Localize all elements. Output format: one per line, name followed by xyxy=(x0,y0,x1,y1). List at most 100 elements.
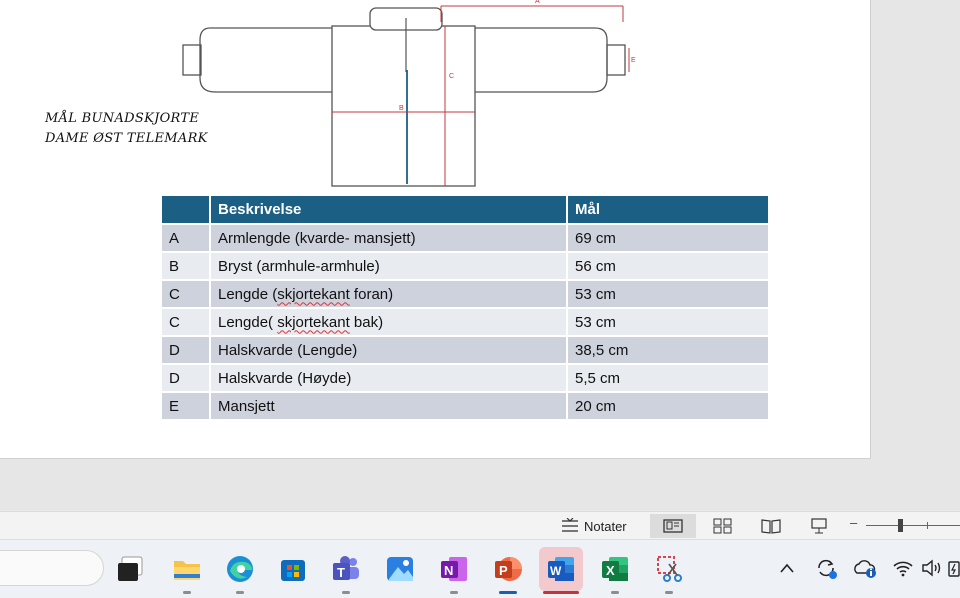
battery-icon xyxy=(948,561,960,577)
teams-icon: T xyxy=(333,556,359,580)
table-row[interactable]: E Mansjett 20 cm xyxy=(162,391,768,419)
row-description: Halskvarde (Høyde) xyxy=(210,363,568,392)
row-description: Bryst (armhule-armhule) xyxy=(210,251,568,280)
network-button[interactable] xyxy=(891,556,915,580)
chevron-up-icon xyxy=(780,563,794,573)
folder-icon xyxy=(174,561,200,580)
grid-icon xyxy=(713,518,732,534)
row-value: 69 cm xyxy=(567,223,768,252)
header-code xyxy=(162,196,211,224)
table-row[interactable]: D Halskvarde (Høyde) 5,5 cm xyxy=(162,363,768,392)
row-value: 20 cm xyxy=(567,391,768,419)
powerpoint-letter: P xyxy=(499,563,508,578)
row-description: Halskvarde (Lengde) xyxy=(210,335,568,364)
taskbar-search[interactable] xyxy=(0,550,104,586)
table-header-row: Beskrivelse Mål xyxy=(162,196,768,224)
row-code: E xyxy=(162,391,211,419)
zoom-tick xyxy=(927,522,928,529)
table-row[interactable]: A Armlengde (kvarde- mansjett) 69 cm xyxy=(162,223,768,252)
task-view-button[interactable] xyxy=(108,547,152,591)
row-description: Mansjett xyxy=(210,391,568,419)
title-line-1: MÅL BUNADSKJORTE xyxy=(45,111,200,126)
zoom-track xyxy=(866,525,960,526)
label-a: A xyxy=(535,0,540,5)
zoom-slider[interactable]: – xyxy=(850,515,960,534)
photos-button[interactable] xyxy=(378,547,422,591)
scissors-icon xyxy=(657,556,682,582)
row-description: Lengde( skjortekant bak) xyxy=(210,307,568,336)
row-value: 38,5 cm xyxy=(567,335,768,364)
edge-button[interactable] xyxy=(218,547,262,594)
volume-button[interactable] xyxy=(920,556,944,580)
slide-workspace: B C E A MÅL BUNADSKJORTE DAME ØST TELEMA… xyxy=(0,0,960,510)
slide-title[interactable]: MÅL BUNADSKJORTE DAME ØST TELEMARK xyxy=(45,109,208,149)
normal-view-icon xyxy=(663,519,683,533)
spellcheck-word[interactable]: skjortekant xyxy=(277,314,350,331)
spellcheck-word[interactable]: skjortekant xyxy=(277,286,350,303)
taskbar: T N P W X xyxy=(0,539,960,598)
running-indicator xyxy=(450,591,458,594)
speaker-icon xyxy=(922,559,941,577)
running-indicator xyxy=(342,591,350,594)
running-indicator xyxy=(236,591,244,594)
table-row[interactable]: C Lengde (skjortekant foran) 53 cm xyxy=(162,279,768,308)
row-value: 56 cm xyxy=(567,251,768,280)
word-letter: W xyxy=(550,564,562,578)
wifi-icon xyxy=(893,561,913,577)
header-measure: Mål xyxy=(567,196,768,224)
snipping-tool-button[interactable] xyxy=(647,547,691,594)
zoom-thumb[interactable] xyxy=(898,519,903,532)
excel-button[interactable]: X xyxy=(593,547,637,594)
measurements-table[interactable]: Beskrivelse Mål A Armlengde (kvarde- man… xyxy=(162,196,768,419)
excel-letter: X xyxy=(606,563,615,578)
row-description: Armlengde (kvarde- mansjett) xyxy=(210,223,568,252)
shirt-diagram: B C E A xyxy=(182,0,636,187)
edge-icon xyxy=(227,556,253,582)
zoom-out-button[interactable]: – xyxy=(850,515,857,530)
word-button[interactable]: W xyxy=(539,547,583,594)
desc-text: foran) xyxy=(349,285,394,303)
row-code: C xyxy=(162,307,211,336)
cloud-info-icon xyxy=(854,560,876,578)
row-code: C xyxy=(162,279,211,308)
sync-button[interactable] xyxy=(814,556,838,580)
microsoft-store-button[interactable] xyxy=(271,547,315,591)
notes-label: Notater xyxy=(584,518,627,534)
table-row[interactable]: C Lengde( skjortekant bak) 53 cm xyxy=(162,307,768,336)
table-row[interactable]: B Bryst (armhule-armhule) 56 cm xyxy=(162,251,768,280)
label-e: E xyxy=(631,57,636,64)
notes-button[interactable]: Notater xyxy=(560,516,627,536)
file-explorer-button[interactable] xyxy=(165,547,209,594)
slide-canvas[interactable]: B C E A MÅL BUNADSKJORTE DAME ØST TELEMA… xyxy=(0,0,871,459)
reading-view-button[interactable] xyxy=(748,514,794,538)
onedrive-status-button[interactable] xyxy=(853,556,877,580)
desc-text: bak) xyxy=(349,313,384,331)
running-indicator xyxy=(611,591,619,594)
desc-text: Lengde ( xyxy=(218,285,278,303)
row-value: 53 cm xyxy=(567,307,768,336)
presentation-icon xyxy=(811,518,827,534)
slide-sorter-view-button[interactable] xyxy=(700,514,746,538)
label-b: B xyxy=(399,105,404,112)
running-indicator xyxy=(183,591,191,594)
excel-icon: X xyxy=(602,557,628,581)
powerpoint-button[interactable]: P xyxy=(486,547,530,594)
store-icon xyxy=(281,560,305,581)
teams-letter: T xyxy=(337,565,345,580)
task-view-icon xyxy=(118,556,143,581)
desc-text: Lengde( xyxy=(218,313,278,331)
normal-view-button[interactable] xyxy=(650,514,696,538)
table-row[interactable]: D Halskvarde (Lengde) 38,5 cm xyxy=(162,335,768,364)
header-description: Beskrivelse xyxy=(210,196,568,224)
word-icon: W xyxy=(548,557,574,581)
onenote-letter: N xyxy=(444,563,453,578)
battery-button[interactable] xyxy=(946,556,960,580)
show-hidden-icons-button[interactable] xyxy=(775,556,799,580)
onenote-button[interactable]: N xyxy=(432,547,476,594)
running-indicator xyxy=(665,591,673,594)
running-indicator xyxy=(543,591,579,594)
teams-button[interactable]: T xyxy=(324,547,368,594)
onenote-icon: N xyxy=(441,557,467,581)
slideshow-view-button[interactable] xyxy=(796,514,842,538)
photos-icon xyxy=(387,557,413,581)
